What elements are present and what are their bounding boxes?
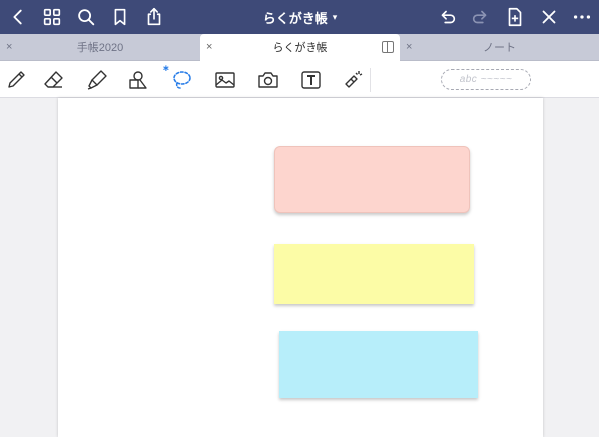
split-view-icon[interactable] xyxy=(382,41,394,53)
share-icon[interactable] xyxy=(142,5,166,29)
undo-icon[interactable] xyxy=(435,5,459,29)
tab-label: 手帳2020 xyxy=(76,42,124,54)
tab-label: ノート xyxy=(483,42,516,54)
sticky-note-yellow[interactable] xyxy=(274,244,474,304)
redo-icon[interactable] xyxy=(469,5,493,29)
pen-icon[interactable] xyxy=(2,66,30,94)
notebook-page[interactable] xyxy=(58,98,543,437)
search-icon[interactable] xyxy=(74,5,98,29)
top-nav-bar: らくがき帳 ▾ xyxy=(0,0,599,34)
lasso-icon[interactable] xyxy=(168,66,196,94)
tab-techo-2020[interactable]: × 手帳2020 xyxy=(0,34,200,61)
tool-bar: ∗ abc ~~~~~ xyxy=(0,61,599,98)
back-icon[interactable] xyxy=(6,5,30,29)
document-title-text: らくがき帳 xyxy=(262,10,328,26)
sticky-note-pink[interactable] xyxy=(274,146,470,213)
tab-note[interactable]: × ノート xyxy=(400,34,599,61)
notebook-canvas[interactable] xyxy=(0,98,599,437)
chevron-down-icon: ▾ xyxy=(332,11,338,22)
tab-bar: × 手帳2020 × らくがき帳 × ノート xyxy=(0,34,599,62)
laser-icon[interactable] xyxy=(339,66,367,94)
grid-icon[interactable] xyxy=(40,5,64,29)
eraser-icon[interactable] xyxy=(40,66,68,94)
handwriting-placeholder: abc ~~~~~ xyxy=(459,74,513,85)
highlighter-icon[interactable] xyxy=(83,66,111,94)
more-icon[interactable] xyxy=(570,5,594,29)
image-icon[interactable] xyxy=(211,66,239,94)
tab-rakugaki-cho[interactable]: × らくがき帳 xyxy=(200,34,400,62)
bookmark-icon[interactable] xyxy=(108,5,132,29)
add-page-icon[interactable] xyxy=(503,5,527,29)
toolbar-divider xyxy=(370,68,371,92)
handwriting-input-field[interactable]: abc ~~~~~ xyxy=(441,69,531,90)
sticky-note-blue[interactable] xyxy=(279,331,478,398)
shapes-icon[interactable] xyxy=(124,66,152,94)
text-icon[interactable] xyxy=(297,66,325,94)
tab-label: らくがき帳 xyxy=(272,42,328,54)
close-icon[interactable] xyxy=(537,5,561,29)
document-title[interactable]: らくがき帳 ▾ xyxy=(240,0,360,34)
camera-icon[interactable] xyxy=(254,66,282,94)
